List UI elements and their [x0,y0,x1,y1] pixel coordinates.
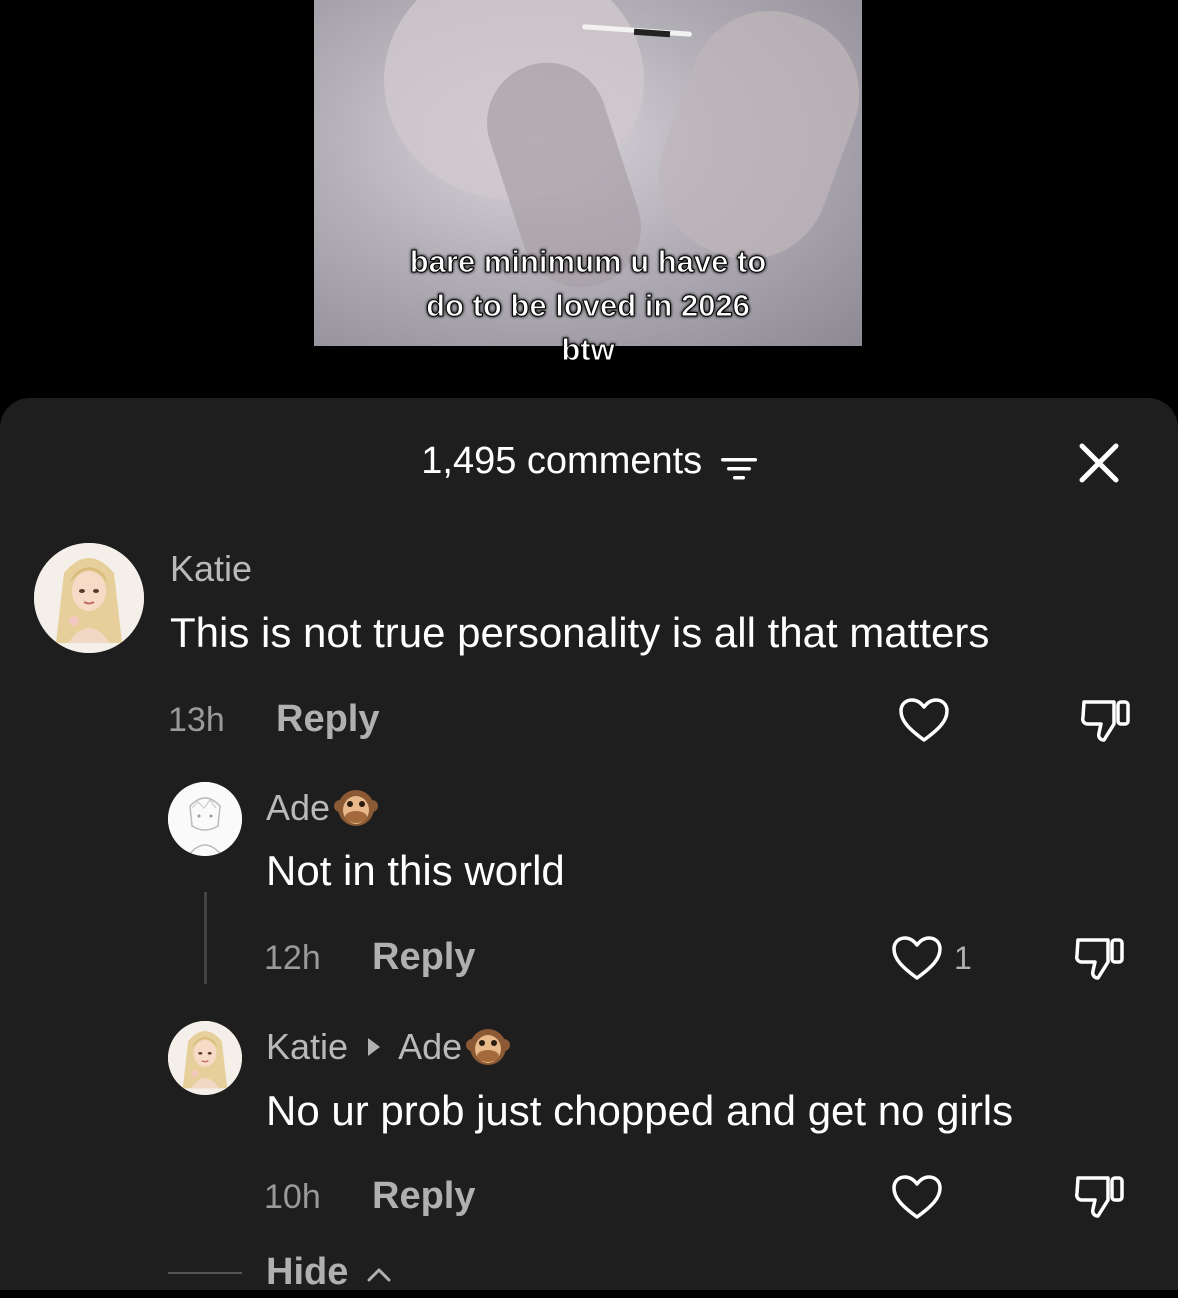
reply-arrow-icon [368,1038,381,1057]
dislike-button[interactable] [1078,694,1134,746]
hide-divider [168,1272,242,1274]
reply-button[interactable]: Reply [372,935,475,979]
monkey-emoji-icon [466,1025,511,1069]
filter-icon[interactable] [720,447,757,480]
comment-text: No ur prob just chopped and get no girls [266,1087,1014,1134]
like-button[interactable] [890,1173,944,1221]
avatar[interactable] [168,782,242,856]
comment-username[interactable]: Katie [170,549,252,589]
dislike-button[interactable] [1072,1170,1128,1222]
chevron-up-icon [367,1268,391,1282]
comment-username[interactable]: Ade [266,786,379,832]
comments-sheet: 1,495 comments [0,398,1178,1290]
comment-time: 12h [264,939,321,977]
comment-time: 13h [168,701,225,739]
username-text: Katie [266,1026,349,1067]
video-shape-pen-tip [633,28,671,38]
video-player[interactable]: bare minimum u have to do to be loved in… [0,0,1178,400]
monkey-emoji-icon [334,786,379,830]
comment-username[interactable]: Katie Ade [266,1025,511,1071]
reply-button[interactable]: Reply [372,1174,475,1218]
heart-icon [892,1175,942,1219]
hide-label: Hide [266,1251,349,1293]
avatar-sketch-icon [168,782,242,856]
like-count: 1 [954,940,972,976]
avatar[interactable] [34,543,144,653]
username-text: Ade [266,787,331,828]
heart-icon [892,936,942,980]
heart-icon [899,698,949,742]
comment-text: This is not true personality is all that… [170,609,990,656]
hide-replies-button[interactable]: Hide [266,1250,393,1294]
comment-text: Not in this world [266,847,565,894]
comments-count-row: 1,495 comments [0,438,1178,484]
avatar-doll-icon [34,543,144,653]
reply-button[interactable]: Reply [276,697,379,741]
thumbs-down-icon [1075,1176,1124,1218]
comment-time: 10h [264,1178,321,1216]
thumbs-down-icon [1075,938,1124,980]
thread-line [204,892,207,984]
comments-count: 1,495 comments [421,440,703,482]
caption-line: bare minimum u have to [409,244,767,280]
reply-to-username[interactable]: Ade [398,1026,462,1067]
like-button[interactable] [897,696,951,744]
comments-header: 1,495 comments [0,438,1178,488]
dislike-button[interactable] [1072,932,1128,984]
thumbs-down-icon [1081,700,1130,742]
caption-line: btw [561,332,615,368]
avatar-doll-icon [168,1021,242,1095]
video-caption: bare minimum u have to do to be loved in… [314,240,862,372]
caption-line: do to be loved in 2026 [426,288,751,324]
like-button[interactable] [890,934,944,982]
close-icon[interactable] [1076,440,1122,486]
avatar[interactable] [168,1021,242,1095]
